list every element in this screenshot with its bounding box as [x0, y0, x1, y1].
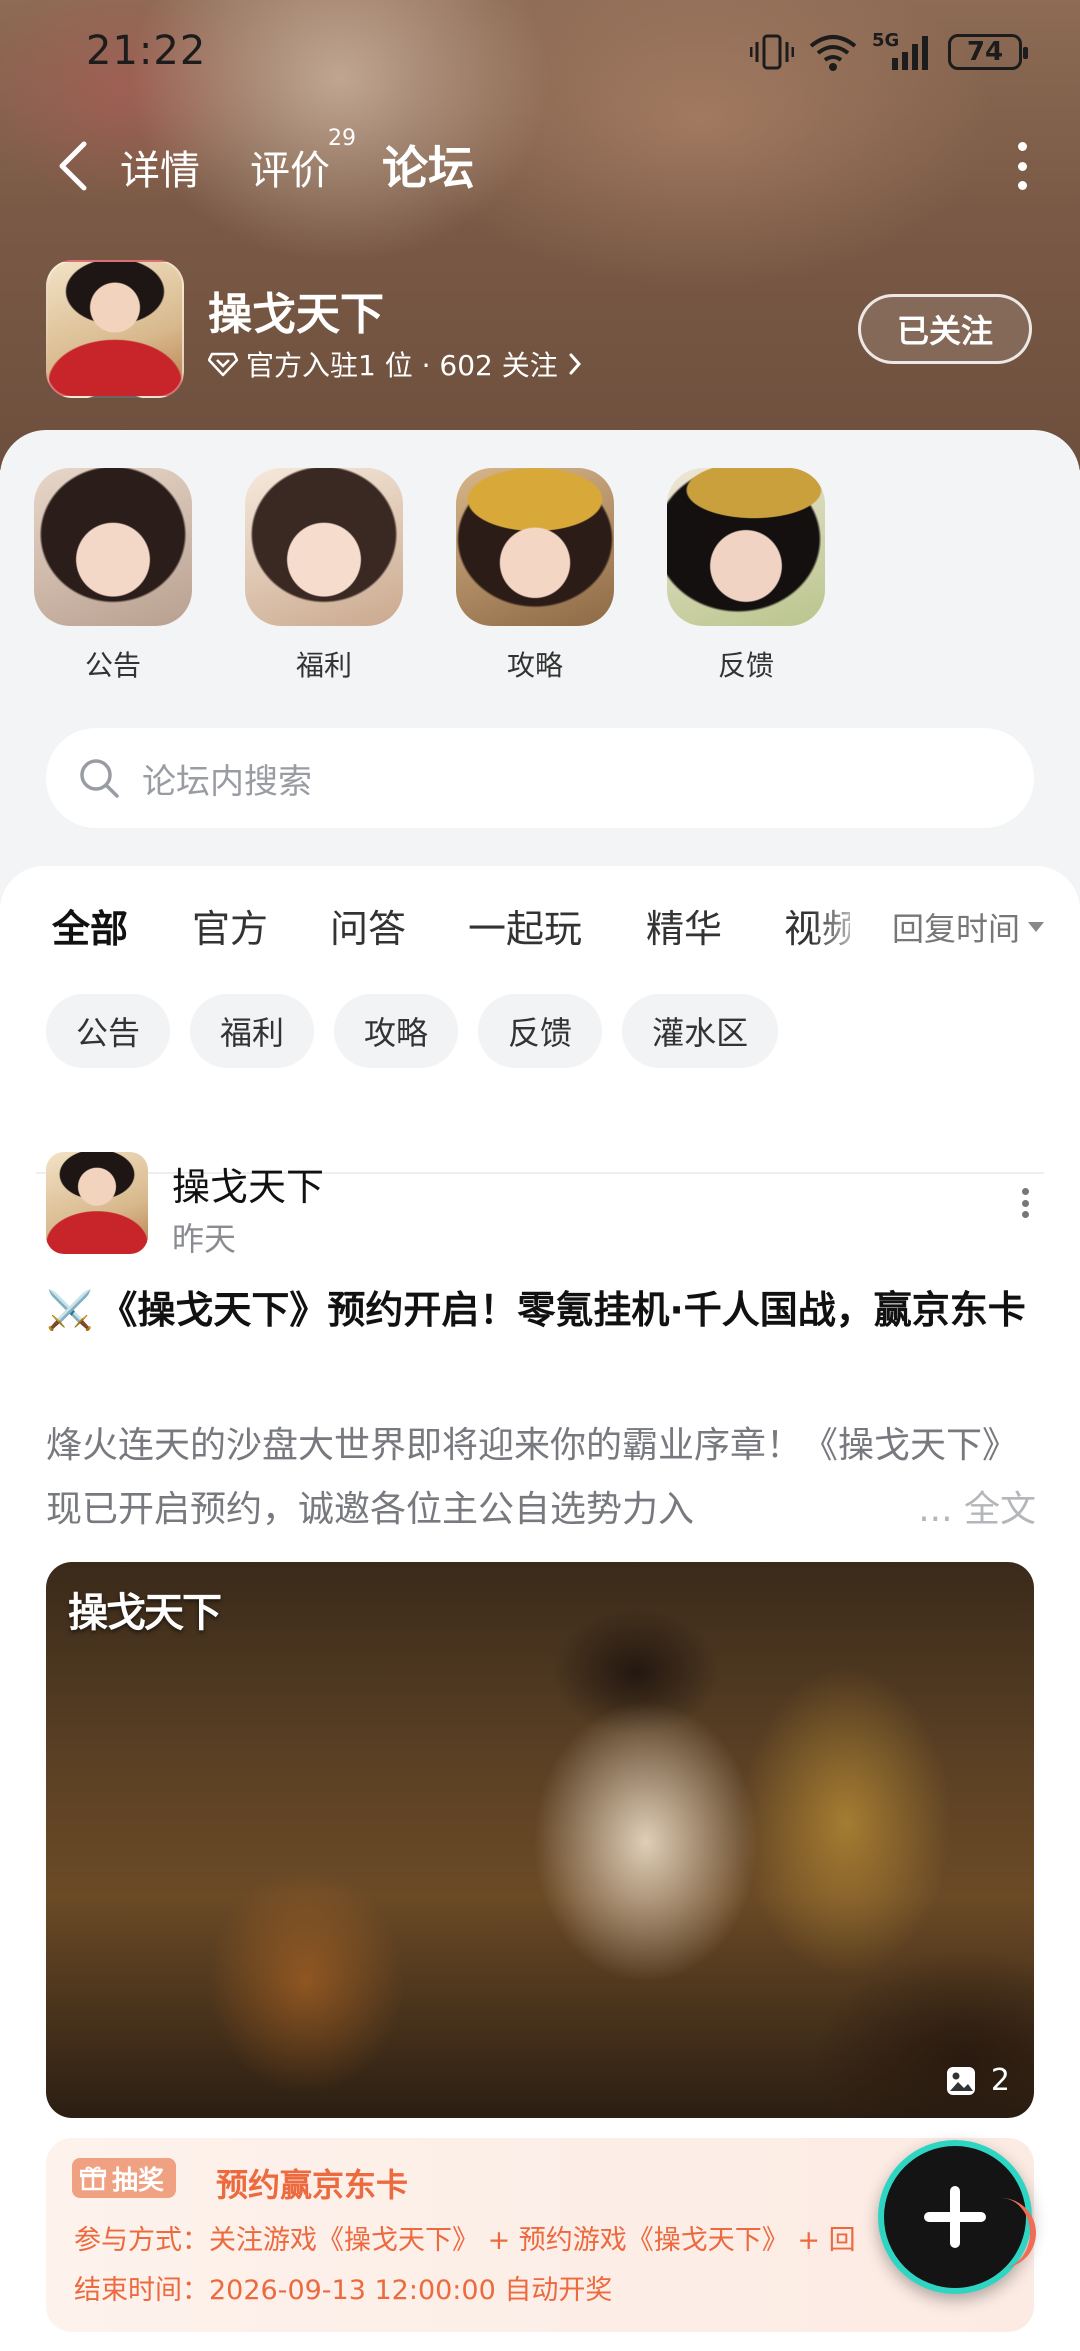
lottery-tag-label: 抽奖 [112, 2165, 165, 2196]
gallery-icon [946, 2066, 975, 2095]
post-title-text: 《操戈天下》预约开启！零氪挂机·千人国战，赢京东卡 [99, 1288, 1026, 1332]
post-image[interactable]: 操戈天下 2 [46, 1562, 1034, 2118]
battery-indicator: 74 [948, 34, 1028, 70]
chip-guides[interactable]: 攻略 [334, 994, 459, 1068]
chip-feedback[interactable]: 反馈 [478, 994, 603, 1068]
lottery-tag: 抽奖 [72, 2158, 177, 2198]
forum-search-input[interactable]: 论坛内搜索 [46, 728, 1034, 828]
feed-tab-qa[interactable]: 问答 [330, 898, 406, 953]
sort-label: 回复时间 [891, 910, 1020, 948]
chip-chat-zone[interactable]: 灌水区 [622, 994, 779, 1068]
app-logo[interactable] [46, 260, 184, 398]
tab-forum[interactable]: 论坛 [382, 132, 474, 198]
follow-button[interactable]: 已关注 [858, 294, 1032, 364]
post-author-avatar[interactable] [46, 1152, 148, 1254]
status-bar: 21:22 5G 74 [0, 0, 1080, 110]
post-time: 昨天 [172, 1220, 237, 1258]
read-more-link[interactable]: ... 全文 [868, 1478, 1036, 1542]
shortcut-feedback[interactable]: 反馈 [667, 468, 825, 684]
shortcut-label: 反馈 [717, 649, 774, 682]
shortcut-announcements[interactable]: 公告 [34, 468, 192, 684]
sort-dropdown[interactable]: 回复时间 [892, 904, 1044, 950]
crossed-swords-icon: ⚔️ [46, 1288, 94, 1332]
image-count-value: 2 [990, 2063, 1010, 2098]
post-author-name[interactable]: 操戈天下 [172, 1156, 324, 1211]
cell-signal-icon: 5G [872, 30, 934, 72]
vibrate-icon [750, 34, 794, 70]
search-icon [80, 759, 119, 798]
search-placeholder: 论坛内搜索 [142, 761, 312, 802]
shortcut-avatar [456, 468, 614, 626]
post-more-icon[interactable] [1020, 1188, 1030, 1218]
chip-benefits[interactable]: 福利 [190, 994, 315, 1068]
chevron-right-icon [569, 353, 581, 375]
category-chips: 公告 福利 攻略 反馈 灌水区 [46, 994, 779, 1068]
tab-details[interactable]: 详情 [120, 138, 200, 196]
tab-reviews[interactable]: 评价 [250, 138, 330, 196]
diamond-badge-icon [208, 352, 238, 377]
app-name: 操戈天下 [208, 289, 384, 340]
reviews-count-badge: 29 [328, 126, 356, 151]
status-icons: 5G 74 [750, 30, 1028, 72]
caret-down-icon [1028, 922, 1044, 932]
create-post-button[interactable] [878, 2140, 1036, 2294]
shortcut-avatar [34, 468, 192, 626]
forum-shortcuts: 公告 福利 攻略 反馈 [34, 468, 825, 684]
top-nav: 详情 评价 29 论坛 [0, 120, 1080, 210]
plus-icon-vertical [950, 2186, 960, 2248]
feed-tab-featured[interactable]: 精华 [646, 898, 722, 953]
back-arrow-icon[interactable] [50, 138, 98, 194]
feed-tab-all[interactable]: 全部 [52, 898, 128, 957]
image-watermark-logo: 操戈天下 [68, 1589, 222, 1636]
shortcut-benefits[interactable]: 福利 [245, 468, 403, 684]
gift-icon [80, 2166, 106, 2191]
hero-header: 21:22 5G 74 详情 评价 29 论坛 操戈天下 官方入驻1 位 · 6… [0, 0, 1080, 470]
image-count: 2 [945, 2063, 1010, 2098]
chip-announcements[interactable]: 公告 [46, 994, 171, 1068]
app-meta-text: 官方入驻1 位 · 602 关注 [246, 349, 558, 382]
lottery-end-time: 结束时间：2026-09-13 12:00:00 自动开奖 [74, 2275, 613, 2306]
shortcut-guides[interactable]: 攻略 [456, 468, 614, 684]
app-meta-link[interactable]: 官方入驻1 位 · 602 关注 [208, 344, 584, 384]
shortcut-avatar [245, 468, 403, 626]
shortcut-avatar [667, 468, 825, 626]
shortcut-label: 福利 [295, 649, 352, 682]
more-options-icon[interactable] [1012, 142, 1032, 190]
wifi-icon [809, 35, 857, 71]
post-title[interactable]: ⚔️ 《操戈天下》预约开启！零氪挂机·千人国战，赢京东卡 [46, 1282, 1036, 1338]
shortcut-label: 公告 [84, 649, 141, 682]
tab-fade [812, 892, 872, 962]
feed-tab-official[interactable]: 官方 [192, 898, 268, 953]
lottery-title: 预约赢京东卡 [216, 2166, 409, 2204]
status-time: 21:22 [86, 28, 207, 74]
lottery-method: 参与方式：关注游戏《操戈天下》 + 预约游戏《操戈天下》 + 回 [74, 2225, 856, 2256]
feed-tab-play-together[interactable]: 一起玩 [468, 898, 582, 953]
shortcut-label: 攻略 [506, 649, 563, 682]
